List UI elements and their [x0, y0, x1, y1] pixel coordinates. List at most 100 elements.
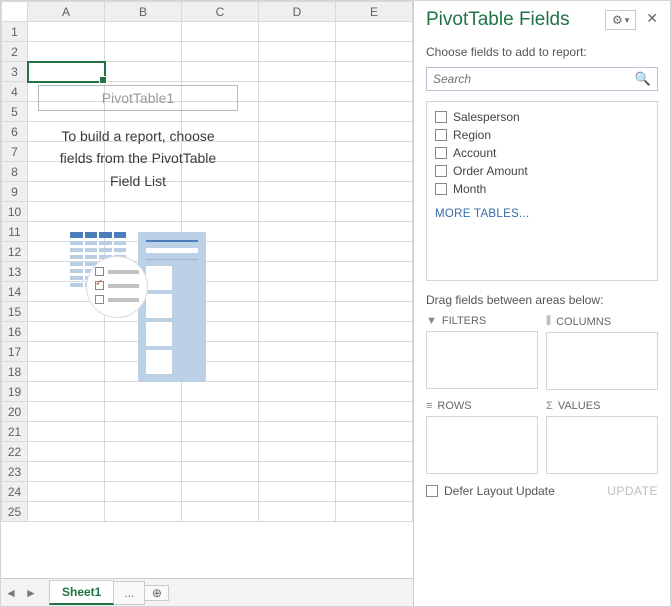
cell[interactable]: [105, 362, 182, 382]
column-header[interactable]: B: [105, 2, 182, 22]
cell[interactable]: [336, 202, 413, 222]
row-header[interactable]: 2: [2, 42, 28, 62]
cell[interactable]: [182, 122, 259, 142]
cell[interactable]: [28, 182, 105, 202]
row-header[interactable]: 17: [2, 342, 28, 362]
cell[interactable]: [105, 302, 182, 322]
cell-grid[interactable]: ABCDE12345678910111213141516171819202122…: [1, 1, 413, 522]
row-header[interactable]: 25: [2, 502, 28, 522]
column-header[interactable]: E: [336, 2, 413, 22]
row-header[interactable]: 15: [2, 302, 28, 322]
row-header[interactable]: 21: [2, 422, 28, 442]
field-item[interactable]: Month: [435, 180, 649, 198]
area-values[interactable]: ΣVALUES: [546, 400, 658, 474]
cell[interactable]: [182, 82, 259, 102]
cell[interactable]: [182, 62, 259, 82]
cell[interactable]: [259, 402, 336, 422]
cell[interactable]: [336, 182, 413, 202]
cell[interactable]: [336, 342, 413, 362]
cell[interactable]: [336, 462, 413, 482]
cell[interactable]: [259, 222, 336, 242]
field-item[interactable]: Order Amount: [435, 162, 649, 180]
cell[interactable]: [105, 222, 182, 242]
row-header[interactable]: 18: [2, 362, 28, 382]
row-header[interactable]: 19: [2, 382, 28, 402]
field-item[interactable]: Region: [435, 126, 649, 144]
cell[interactable]: [259, 362, 336, 382]
row-header[interactable]: 10: [2, 202, 28, 222]
cell[interactable]: [336, 262, 413, 282]
cell[interactable]: [105, 382, 182, 402]
cell[interactable]: [182, 362, 259, 382]
area-columns[interactable]: ⫼COLUMNS: [546, 315, 658, 390]
cell[interactable]: [182, 502, 259, 522]
area-filters[interactable]: ▼FILTERS: [426, 315, 538, 390]
cell[interactable]: [105, 482, 182, 502]
cell[interactable]: [28, 202, 105, 222]
cell[interactable]: [336, 162, 413, 182]
cell[interactable]: [336, 402, 413, 422]
cell[interactable]: [28, 162, 105, 182]
row-header[interactable]: 20: [2, 402, 28, 422]
cell[interactable]: [105, 202, 182, 222]
cell[interactable]: [105, 342, 182, 362]
cell[interactable]: [28, 102, 105, 122]
cell[interactable]: [28, 262, 105, 282]
cell[interactable]: [259, 342, 336, 362]
row-header[interactable]: 23: [2, 462, 28, 482]
cell[interactable]: [105, 42, 182, 62]
cell[interactable]: [259, 302, 336, 322]
row-header[interactable]: 8: [2, 162, 28, 182]
row-header[interactable]: 11: [2, 222, 28, 242]
cell[interactable]: [28, 222, 105, 242]
cell[interactable]: [105, 262, 182, 282]
cell[interactable]: [28, 42, 105, 62]
cell[interactable]: [336, 142, 413, 162]
cell[interactable]: [182, 222, 259, 242]
field-item[interactable]: Salesperson: [435, 108, 649, 126]
cell[interactable]: [259, 102, 336, 122]
cell[interactable]: [182, 382, 259, 402]
cell[interactable]: [182, 342, 259, 362]
update-button[interactable]: UPDATE: [607, 484, 658, 498]
cell[interactable]: [182, 302, 259, 322]
cell[interactable]: [105, 182, 182, 202]
cell[interactable]: [336, 422, 413, 442]
cell[interactable]: [28, 442, 105, 462]
row-header[interactable]: 9: [2, 182, 28, 202]
cell[interactable]: [259, 482, 336, 502]
cell[interactable]: [259, 442, 336, 462]
pane-close-button[interactable]: ✕: [646, 10, 658, 30]
filters-dropzone[interactable]: [426, 331, 538, 389]
cell[interactable]: [182, 262, 259, 282]
cell[interactable]: [28, 302, 105, 322]
cell[interactable]: [259, 382, 336, 402]
cell[interactable]: [336, 282, 413, 302]
rows-dropzone[interactable]: [426, 416, 538, 474]
cell[interactable]: [28, 142, 105, 162]
defer-layout-checkbox[interactable]: Defer Layout Update: [426, 484, 555, 498]
cell[interactable]: [105, 462, 182, 482]
add-sheet-button[interactable]: ⊕: [145, 585, 169, 601]
cell[interactable]: [28, 502, 105, 522]
cell[interactable]: [105, 22, 182, 42]
cell[interactable]: [259, 142, 336, 162]
row-header[interactable]: 16: [2, 322, 28, 342]
field-search-input[interactable]: [433, 72, 635, 86]
cell[interactable]: [259, 502, 336, 522]
row-header[interactable]: 6: [2, 122, 28, 142]
cell[interactable]: [105, 142, 182, 162]
cell[interactable]: [182, 22, 259, 42]
cell[interactable]: [336, 362, 413, 382]
cell[interactable]: [259, 22, 336, 42]
columns-dropzone[interactable]: [546, 332, 658, 390]
cell[interactable]: [259, 122, 336, 142]
cell[interactable]: [182, 402, 259, 422]
cell[interactable]: [259, 42, 336, 62]
cell[interactable]: [28, 402, 105, 422]
values-dropzone[interactable]: [546, 416, 658, 474]
row-header[interactable]: 5: [2, 102, 28, 122]
cell[interactable]: [28, 462, 105, 482]
cell[interactable]: [28, 282, 105, 302]
cell[interactable]: [259, 422, 336, 442]
